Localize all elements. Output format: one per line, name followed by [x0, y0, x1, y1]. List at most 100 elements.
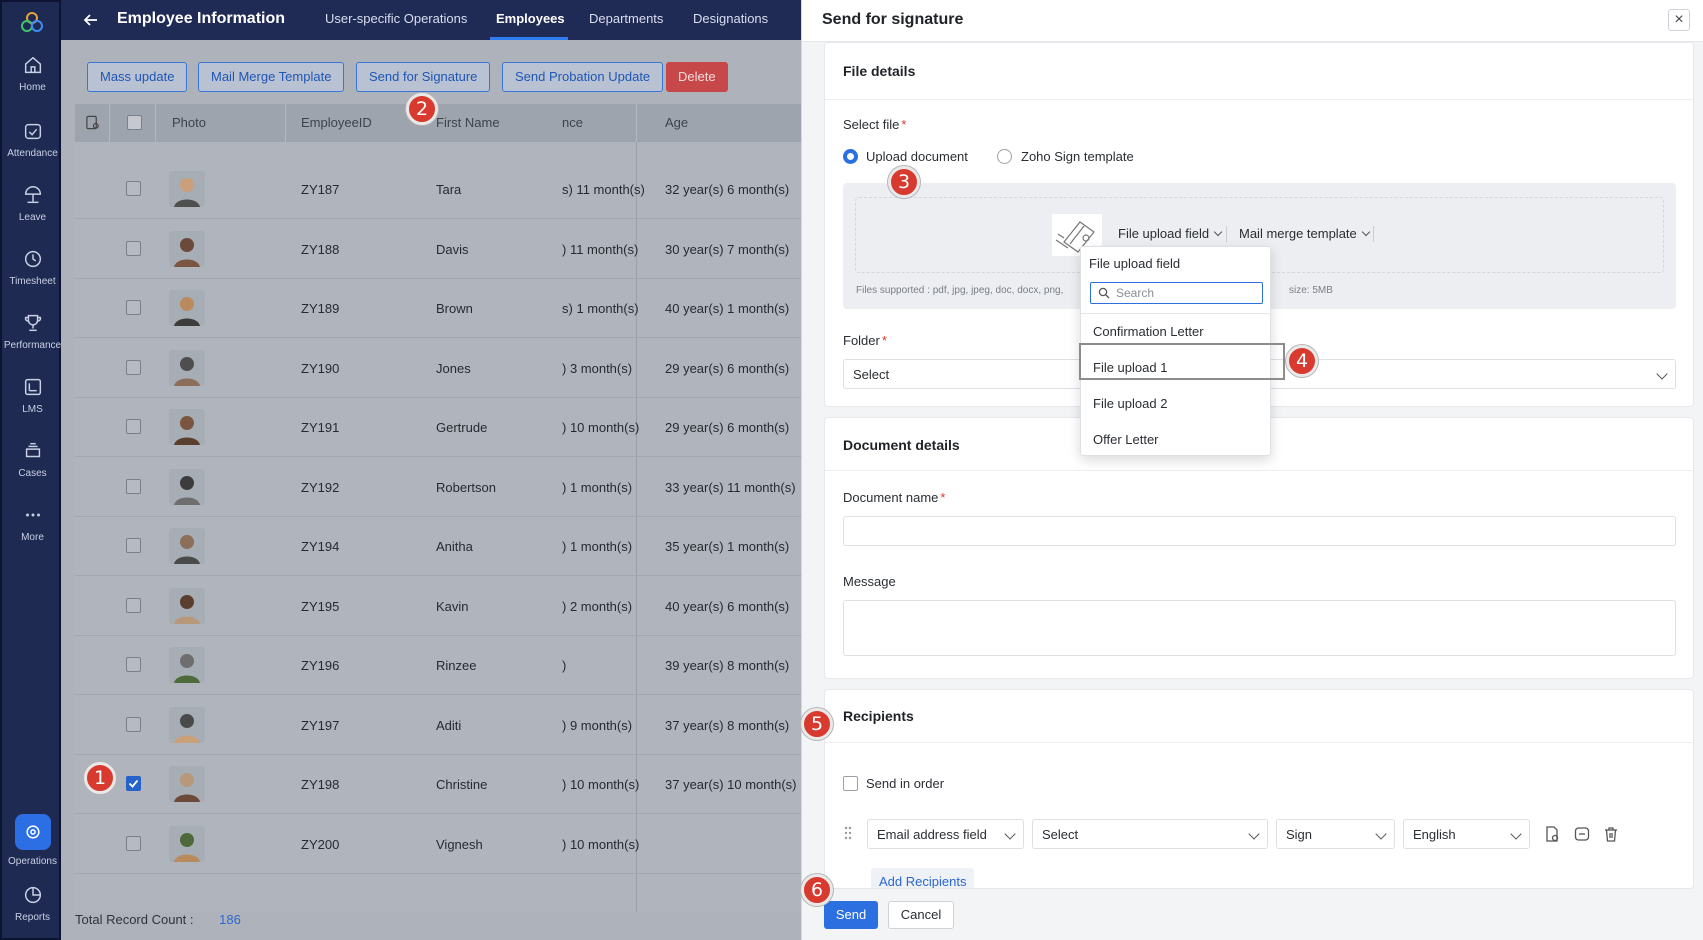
send-button[interactable]: Send — [824, 901, 878, 929]
row-checkbox[interactable] — [126, 657, 141, 672]
employee-photo[interactable] — [169, 528, 205, 564]
menu-item-file-upload-2[interactable]: File upload 2 — [1093, 396, 1167, 411]
mass-update-button[interactable]: Mass update — [87, 62, 188, 92]
rail-item-cases[interactable]: Cases — [2, 440, 63, 479]
row-checkbox[interactable] — [126, 359, 141, 375]
record-count: Total Record Count : 186 — [75, 912, 241, 927]
table-row[interactable]: ZY192 Robertson) 1 month(s) 33 year(s) 11 … — [75, 458, 801, 517]
rail-item-leave[interactable]: Leave — [2, 184, 63, 223]
cancel-button[interactable]: Cancel — [888, 901, 954, 929]
header-experience[interactable]: nce — [562, 115, 583, 130]
table-row[interactable]: ZY200 Vignesh) 10 month(s) — [75, 815, 801, 874]
employee-photo[interactable] — [169, 230, 205, 267]
row-checkbox[interactable] — [126, 597, 141, 613]
trash-icon[interactable] — [1602, 825, 1620, 843]
column-settings-icon[interactable] — [85, 115, 100, 130]
rail-item-reports[interactable]: Reports — [2, 884, 63, 923]
cell-age: 30 year(s) 7 month(s) — [665, 241, 790, 257]
mail-merge-template-button[interactable]: Mail Merge Template — [198, 62, 345, 92]
table-row[interactable]: ZY190 Jones) 3 month(s) 29 year(s) 6 month… — [75, 339, 801, 398]
step-badge-2: 2 — [406, 93, 438, 125]
employee-photo[interactable] — [169, 468, 205, 505]
upload-document-label[interactable]: Upload document — [866, 149, 968, 164]
row-checkbox[interactable] — [126, 181, 141, 196]
back-arrow-icon[interactable] — [81, 10, 101, 30]
row-checkbox[interactable] — [126, 538, 141, 553]
recipient-field-type-select[interactable]: Email address field — [867, 819, 1024, 849]
table-row[interactable]: ZY196 Rinzee) 39 year(s) 8 month(s) — [75, 636, 801, 695]
send-in-order-checkbox[interactable] — [843, 776, 858, 791]
row-checkbox[interactable] — [126, 478, 141, 494]
avatar-icon — [169, 528, 205, 564]
recipient-action-select[interactable]: Sign — [1276, 819, 1395, 849]
employee-photo[interactable] — [169, 290, 205, 326]
tab-employees[interactable]: Employees — [496, 11, 565, 26]
employee-photo[interactable] — [169, 825, 205, 862]
tab-departments[interactable]: Departments — [589, 11, 663, 26]
message-textarea[interactable] — [843, 600, 1676, 656]
row-checkbox[interactable] — [126, 419, 141, 434]
employee-photo[interactable] — [169, 766, 205, 802]
close-button[interactable]: × — [1668, 9, 1690, 31]
table-row[interactable]: ZY189 Brown s) 1 month(s) 40 year(s) 1 mont… — [75, 279, 801, 338]
header-age[interactable]: Age — [665, 115, 688, 130]
cell-experience: ) 3 month(s) — [562, 360, 633, 376]
select-all-checkbox[interactable] — [127, 115, 142, 130]
recipient-language-select[interactable]: English — [1403, 819, 1530, 849]
employee-photo[interactable] — [169, 706, 205, 743]
send-for-signature-button[interactable]: Send for Signature — [356, 62, 491, 92]
pie-chart-icon — [24, 886, 41, 904]
menu-item-offer-letter[interactable]: Offer Letter — [1093, 432, 1159, 447]
cell-experience: ) 10 month(s) — [562, 777, 640, 792]
employee-photo[interactable] — [169, 409, 205, 445]
rail-item-attendance[interactable]: Attendance — [2, 120, 63, 159]
document-name-input[interactable] — [843, 516, 1676, 546]
row-checkbox[interactable] — [126, 716, 141, 732]
send-in-order-label[interactable]: Send in order — [866, 776, 944, 791]
mail-merge-template-dropdown[interactable]: Mail merge template — [1239, 226, 1371, 241]
table-row[interactable]: ZY197 Aditi) 9 month(s) 37 year(s) 8 month… — [75, 696, 801, 755]
menu-search-input[interactable]: Search — [1090, 282, 1263, 304]
employee-photo[interactable] — [169, 171, 205, 207]
upload-document-radio[interactable] — [843, 149, 858, 164]
delete-button[interactable]: Delete — [666, 62, 728, 92]
header-employee-id[interactable]: EmployeeID — [301, 115, 372, 130]
table-row[interactable]: ZY188 Davis) 11 month(s) 30 year(s) 7 mont… — [75, 220, 801, 279]
table-row[interactable]: ZY191 Gertrude) 10 month(s) 29 year(s) 6 m… — [75, 398, 801, 457]
employee-photo[interactable] — [169, 587, 205, 624]
cell-employee-id: ZY190 — [301, 360, 340, 376]
rail-item-timesheet[interactable]: Timesheet — [2, 248, 63, 287]
header-photo[interactable]: Photo — [172, 115, 206, 130]
row-checkbox[interactable] — [126, 776, 141, 791]
table-row[interactable]: ZY195 Kavin) 2 month(s) 40 year(s) 6 month… — [75, 577, 801, 636]
rail-item-operations[interactable]: Operations — [2, 814, 63, 867]
header-first-name[interactable]: First Name — [436, 115, 500, 130]
table-row[interactable]: ZY187 Tara s) 11 month(s) 32 year(s) 6 mont… — [75, 160, 801, 219]
zoho-sign-template-label[interactable]: Zoho Sign template — [1021, 149, 1134, 164]
row-checkbox[interactable] — [126, 240, 141, 256]
table-row[interactable]: ZY198 Christine) 10 month(s) 37 year(s) 10… — [75, 755, 801, 814]
rail-item-lms[interactable]: LMS — [2, 376, 63, 415]
rail-item-performance[interactable]: Performance — [2, 312, 63, 351]
menu-item-confirmation-letter[interactable]: Confirmation Letter — [1093, 324, 1204, 339]
row-checkbox[interactable] — [126, 835, 141, 851]
file-upload-field-dropdown[interactable]: File upload field — [1118, 226, 1223, 241]
employee-photo[interactable] — [169, 349, 205, 386]
record-count-value[interactable]: 186 — [219, 912, 241, 927]
zoho-sign-template-radio[interactable] — [997, 149, 1012, 164]
rail-item-more[interactable]: More — [2, 504, 63, 543]
drag-handle-icon[interactable] — [843, 825, 853, 841]
recipient-value-select[interactable]: Select — [1032, 819, 1268, 849]
private-message-icon[interactable] — [1573, 825, 1591, 843]
rail-item-home[interactable]: Home — [2, 54, 63, 93]
employee-photo[interactable] — [169, 647, 205, 683]
avatar-icon — [169, 587, 205, 624]
add-recipients-button[interactable]: Add Recipients — [871, 868, 975, 888]
tab-user-specific-operations[interactable]: User-specific Operations — [325, 11, 467, 26]
table-row[interactable]: ZY194 Anitha) 1 month(s) 35 year(s) 1 mont… — [75, 517, 801, 576]
send-probation-update-button[interactable]: Send Probation Update — [502, 62, 664, 92]
tab-designations[interactable]: Designations — [693, 11, 768, 26]
row-checkbox[interactable] — [126, 300, 141, 315]
chevron-down-icon — [1004, 828, 1016, 840]
document-settings-icon[interactable] — [1543, 825, 1561, 843]
